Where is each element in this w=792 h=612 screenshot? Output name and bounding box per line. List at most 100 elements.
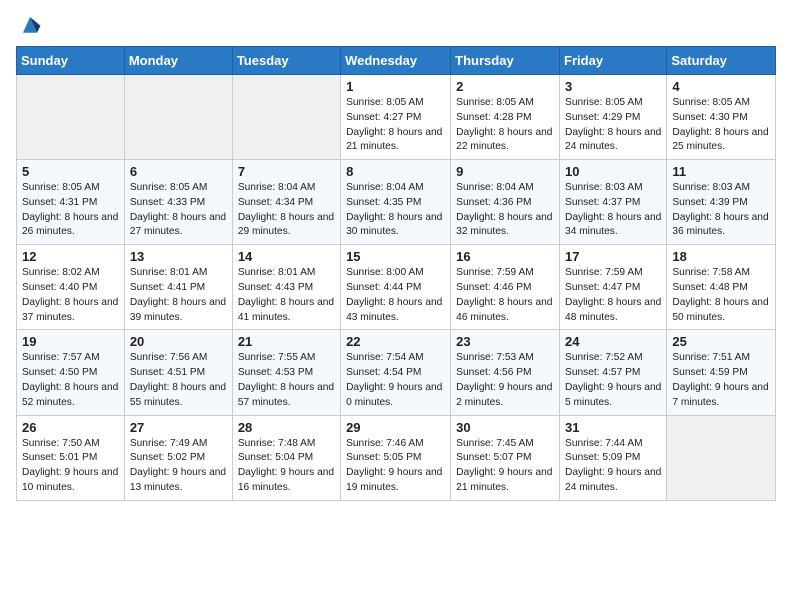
day-number: 10 <box>565 164 661 179</box>
day-info: Sunrise: 8:05 AM Sunset: 4:33 PM Dayligh… <box>130 181 227 240</box>
day-info: Sunrise: 8:05 AM Sunset: 4:29 PM Dayligh… <box>565 96 661 155</box>
calendar-table: SundayMondayTuesdayWednesdayThursdayFrid… <box>16 46 776 501</box>
calendar-cell: 28 Sunrise: 7:48 AM Sunset: 5:04 PM Dayli… <box>232 415 340 500</box>
day-number: 30 <box>456 420 554 435</box>
day-info: Sunrise: 7:56 AM Sunset: 4:51 PM Dayligh… <box>130 351 227 410</box>
day-number: 31 <box>565 420 661 435</box>
calendar-cell: 23 Sunrise: 7:53 AM Sunset: 4:56 PM Dayli… <box>451 330 560 415</box>
day-number: 7 <box>238 164 335 179</box>
day-info: Sunrise: 7:57 AM Sunset: 4:50 PM Dayligh… <box>22 351 119 410</box>
calendar-week-row: 12 Sunrise: 8:02 AM Sunset: 4:40 PM Dayli… <box>17 245 776 330</box>
calendar-cell: 1 Sunrise: 8:05 AM Sunset: 4:27 PM Daylig… <box>341 75 451 160</box>
calendar-cell: 4 Sunrise: 8:05 AM Sunset: 4:30 PM Daylig… <box>667 75 776 160</box>
logo <box>16 10 48 38</box>
calendar-header-row: SundayMondayTuesdayWednesdayThursdayFrid… <box>17 47 776 75</box>
day-number: 23 <box>456 334 554 349</box>
day-number: 5 <box>22 164 119 179</box>
day-number: 22 <box>346 334 445 349</box>
day-info: Sunrise: 8:05 AM Sunset: 4:30 PM Dayligh… <box>672 96 770 155</box>
calendar-cell: 13Sunrise: 8:01 AM Sunset: 4:41 PM Dayli… <box>124 245 232 330</box>
calendar-week-row: 1 Sunrise: 8:05 AM Sunset: 4:27 PM Daylig… <box>17 75 776 160</box>
calendar-cell: 21 Sunrise: 7:55 AM Sunset: 4:53 PM Dayli… <box>232 330 340 415</box>
calendar-cell: 15Sunrise: 8:00 AM Sunset: 4:44 PM Dayli… <box>341 245 451 330</box>
header <box>16 10 776 38</box>
day-info: Sunrise: 7:50 AM Sunset: 5:01 PM Dayligh… <box>22 437 119 496</box>
day-number: 29 <box>346 420 445 435</box>
calendar-cell <box>17 75 125 160</box>
day-info: Sunrise: 8:04 AM Sunset: 4:35 PM Dayligh… <box>346 181 445 240</box>
day-number: 16 <box>456 249 554 264</box>
calendar-cell: 31 Sunrise: 7:44 AM Sunset: 5:09 PM Dayli… <box>560 415 667 500</box>
day-info: Sunrise: 7:58 AM Sunset: 4:48 PM Dayligh… <box>672 266 770 325</box>
day-number: 20 <box>130 334 227 349</box>
day-info: Sunrise: 8:01 AM Sunset: 4:43 PM Dayligh… <box>238 266 335 325</box>
calendar-cell: 7Sunrise: 8:04 AM Sunset: 4:34 PM Daylig… <box>232 160 340 245</box>
calendar-cell: 30 Sunrise: 7:45 AM Sunset: 5:07 PM Dayli… <box>451 415 560 500</box>
calendar-cell: 2 Sunrise: 8:05 AM Sunset: 4:28 PM Daylig… <box>451 75 560 160</box>
day-info: Sunrise: 8:02 AM Sunset: 4:40 PM Dayligh… <box>22 266 119 325</box>
day-number: 21 <box>238 334 335 349</box>
calendar-header-wednesday: Wednesday <box>341 47 451 75</box>
day-info: Sunrise: 7:45 AM Sunset: 5:07 PM Dayligh… <box>456 437 554 496</box>
calendar-cell: 14 Sunrise: 8:01 AM Sunset: 4:43 PM Dayli… <box>232 245 340 330</box>
day-info: Sunrise: 8:05 AM Sunset: 4:27 PM Dayligh… <box>346 96 445 155</box>
calendar-cell <box>124 75 232 160</box>
page: SundayMondayTuesdayWednesdayThursdayFrid… <box>0 0 792 612</box>
day-info: Sunrise: 8:05 AM Sunset: 4:31 PM Dayligh… <box>22 181 119 240</box>
calendar-cell: 8 Sunrise: 8:04 AM Sunset: 4:35 PM Daylig… <box>341 160 451 245</box>
day-info: Sunrise: 7:52 AM Sunset: 4:57 PM Dayligh… <box>565 351 661 410</box>
day-number: 11 <box>672 164 770 179</box>
day-info: Sunrise: 7:59 AM Sunset: 4:47 PM Dayligh… <box>565 266 661 325</box>
day-info: Sunrise: 7:51 AM Sunset: 4:59 PM Dayligh… <box>672 351 770 410</box>
day-info: Sunrise: 7:48 AM Sunset: 5:04 PM Dayligh… <box>238 437 335 496</box>
day-info: Sunrise: 7:53 AM Sunset: 4:56 PM Dayligh… <box>456 351 554 410</box>
calendar-cell: 5 Sunrise: 8:05 AM Sunset: 4:31 PM Daylig… <box>17 160 125 245</box>
calendar-cell: 25Sunrise: 7:51 AM Sunset: 4:59 PM Dayli… <box>667 330 776 415</box>
day-number: 4 <box>672 79 770 94</box>
day-info: Sunrise: 7:44 AM Sunset: 5:09 PM Dayligh… <box>565 437 661 496</box>
day-number: 24 <box>565 334 661 349</box>
day-info: Sunrise: 7:55 AM Sunset: 4:53 PM Dayligh… <box>238 351 335 410</box>
calendar-cell: 22 Sunrise: 7:54 AM Sunset: 4:54 PM Dayli… <box>341 330 451 415</box>
calendar-cell: 19 Sunrise: 7:57 AM Sunset: 4:50 PM Dayli… <box>17 330 125 415</box>
calendar-cell: 29 Sunrise: 7:46 AM Sunset: 5:05 PM Dayli… <box>341 415 451 500</box>
day-number: 27 <box>130 420 227 435</box>
calendar-cell: 26 Sunrise: 7:50 AM Sunset: 5:01 PM Dayli… <box>17 415 125 500</box>
day-number: 19 <box>22 334 119 349</box>
day-info: Sunrise: 7:59 AM Sunset: 4:46 PM Dayligh… <box>456 266 554 325</box>
day-number: 14 <box>238 249 335 264</box>
day-info: Sunrise: 7:46 AM Sunset: 5:05 PM Dayligh… <box>346 437 445 496</box>
day-number: 15 <box>346 249 445 264</box>
day-info: Sunrise: 8:05 AM Sunset: 4:28 PM Dayligh… <box>456 96 554 155</box>
day-info: Sunrise: 8:03 AM Sunset: 4:37 PM Dayligh… <box>565 181 661 240</box>
day-number: 28 <box>238 420 335 435</box>
calendar-header-monday: Monday <box>124 47 232 75</box>
calendar-cell: 6Sunrise: 8:05 AM Sunset: 4:33 PM Daylig… <box>124 160 232 245</box>
day-number: 12 <box>22 249 119 264</box>
day-number: 9 <box>456 164 554 179</box>
day-number: 17 <box>565 249 661 264</box>
calendar-cell: 18Sunrise: 7:58 AM Sunset: 4:48 PM Dayli… <box>667 245 776 330</box>
day-info: Sunrise: 7:49 AM Sunset: 5:02 PM Dayligh… <box>130 437 227 496</box>
day-number: 3 <box>565 79 661 94</box>
calendar-header-saturday: Saturday <box>667 47 776 75</box>
calendar-week-row: 5 Sunrise: 8:05 AM Sunset: 4:31 PM Daylig… <box>17 160 776 245</box>
calendar-cell: 10 Sunrise: 8:03 AM Sunset: 4:37 PM Dayli… <box>560 160 667 245</box>
calendar-cell: 11 Sunrise: 8:03 AM Sunset: 4:39 PM Dayli… <box>667 160 776 245</box>
day-number: 1 <box>346 79 445 94</box>
calendar-header-friday: Friday <box>560 47 667 75</box>
calendar-cell <box>667 415 776 500</box>
day-number: 8 <box>346 164 445 179</box>
calendar-cell: 12 Sunrise: 8:02 AM Sunset: 4:40 PM Dayli… <box>17 245 125 330</box>
calendar-week-row: 19 Sunrise: 7:57 AM Sunset: 4:50 PM Dayli… <box>17 330 776 415</box>
day-info: Sunrise: 7:54 AM Sunset: 4:54 PM Dayligh… <box>346 351 445 410</box>
calendar-cell: 3 Sunrise: 8:05 AM Sunset: 4:29 PM Daylig… <box>560 75 667 160</box>
day-number: 2 <box>456 79 554 94</box>
calendar-cell: 27 Sunrise: 7:49 AM Sunset: 5:02 PM Dayli… <box>124 415 232 500</box>
day-info: Sunrise: 8:03 AM Sunset: 4:39 PM Dayligh… <box>672 181 770 240</box>
logo-icon <box>16 10 44 38</box>
day-info: Sunrise: 8:01 AM Sunset: 4:41 PM Dayligh… <box>130 266 227 325</box>
calendar-cell: 9Sunrise: 8:04 AM Sunset: 4:36 PM Daylig… <box>451 160 560 245</box>
calendar-header-thursday: Thursday <box>451 47 560 75</box>
day-number: 26 <box>22 420 119 435</box>
